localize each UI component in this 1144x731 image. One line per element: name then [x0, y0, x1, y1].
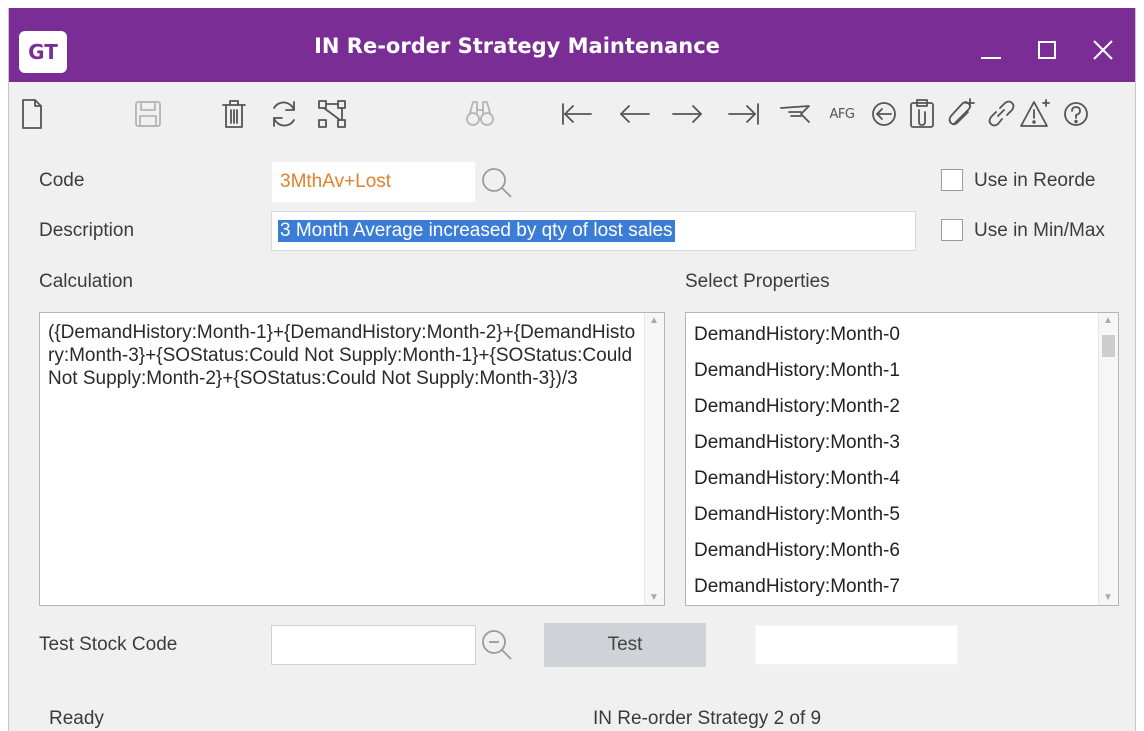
test-stock-code-label: Test Stock Code — [39, 634, 178, 655]
back-button[interactable] — [867, 94, 901, 134]
clipboard-icon — [910, 99, 934, 128]
find-icon — [466, 101, 494, 126]
new-document-icon — [22, 99, 42, 129]
description-label: Description — [39, 220, 135, 241]
test-stock-code-field[interactable] — [271, 625, 476, 665]
scroll-up-icon[interactable]: ▲ — [1103, 315, 1113, 326]
clipboard-button[interactable] — [905, 94, 939, 134]
zoom-search-icon — [482, 630, 512, 660]
hierarchy-icon — [318, 100, 346, 128]
previous-record-button[interactable] — [617, 94, 651, 134]
calculation-label: Calculation — [39, 271, 133, 292]
link-button[interactable] — [983, 94, 1017, 134]
minimize-icon — [981, 57, 1001, 59]
search-icon — [482, 168, 512, 198]
next-record-icon — [672, 105, 702, 123]
description-field[interactable]: 3 Month Average increased by qty of lost… — [271, 211, 916, 251]
refresh-icon — [273, 101, 295, 127]
record-position: IN Re-order Strategy 2 of 9 — [593, 708, 822, 729]
first-record-icon — [562, 103, 592, 125]
code-field[interactable]: 3MthAv+Lost — [271, 161, 476, 203]
first-record-button[interactable] — [559, 94, 593, 134]
afg-button[interactable]: AFG — [825, 94, 859, 134]
window-title: IN Re-order Strategy Maintenance — [314, 34, 720, 58]
link-icon — [988, 100, 1015, 127]
refresh-button[interactable] — [267, 94, 301, 134]
scroll-up-icon[interactable]: ▲ — [649, 315, 659, 326]
use-in-reorder-checkbox[interactable] — [941, 169, 963, 191]
close-icon — [1093, 40, 1113, 60]
delete-icon — [222, 100, 246, 128]
help-button[interactable] — [1059, 94, 1093, 134]
list-item[interactable]: DemandHistory:Month-6 — [694, 540, 900, 562]
list-item[interactable]: DemandHistory:Month-5 — [694, 504, 900, 526]
use-in-minmax-checkbox[interactable] — [941, 219, 963, 241]
save-icon — [135, 101, 161, 127]
list-item[interactable]: DemandHistory:Month-1 — [694, 360, 900, 382]
maximize-icon — [1038, 41, 1056, 59]
stock-search-button[interactable] — [479, 628, 515, 666]
close-button[interactable] — [1081, 30, 1125, 70]
list-item[interactable]: DemandHistory:Month-2 — [694, 396, 900, 418]
maximize-button[interactable] — [1025, 30, 1069, 70]
description-value: 3 Month Average increased by qty of lost… — [278, 220, 675, 242]
status-text: Ready — [49, 708, 104, 729]
previous-record-icon — [620, 105, 650, 123]
list-item[interactable]: DemandHistory:Month-3 — [694, 432, 900, 454]
code-search-button[interactable] — [479, 166, 515, 204]
use-in-reorder-label: Use in Reorde — [974, 170, 1096, 191]
last-record-button[interactable] — [727, 94, 761, 134]
select-properties-label: Select Properties — [685, 271, 830, 292]
strategy-window: GT IN Re-order Strategy Maintenance AFG … — [8, 8, 1136, 731]
new-button[interactable] — [15, 94, 49, 134]
notes-button[interactable] — [779, 94, 813, 134]
scroll-down-icon[interactable]: ▼ — [649, 592, 659, 603]
alert-button[interactable] — [1019, 94, 1053, 134]
scroll-thumb[interactable] — [1102, 335, 1115, 357]
hierarchy-button[interactable] — [315, 94, 349, 134]
properties-list[interactable]: DemandHistory:Month-0 DemandHistory:Mont… — [685, 312, 1119, 606]
properties-scrollbar[interactable]: ▲ ▼ — [1098, 313, 1118, 605]
last-record-icon — [728, 103, 759, 125]
next-record-button[interactable] — [671, 94, 705, 134]
use-in-minmax-label: Use in Min/Max — [974, 220, 1105, 241]
help-icon — [1064, 102, 1088, 126]
title-bar: GT IN Re-order Strategy Maintenance — [9, 8, 1135, 82]
code-label: Code — [39, 170, 85, 191]
calculation-textarea[interactable]: ({DemandHistory:Month-1}+{DemandHistory:… — [39, 312, 665, 606]
attach-add-button[interactable] — [945, 94, 979, 134]
list-item[interactable]: DemandHistory:Month-0 — [694, 324, 900, 346]
toolbar: AFG — [9, 90, 1135, 140]
test-result-field — [755, 625, 958, 665]
notes-icon — [780, 105, 810, 123]
back-icon — [872, 102, 896, 126]
list-item[interactable]: DemandHistory:Month-7 — [694, 576, 900, 598]
delete-button[interactable] — [217, 94, 251, 134]
calculation-value: ({DemandHistory:Month-1}+{DemandHistory:… — [48, 322, 636, 389]
list-item[interactable]: DemandHistory:Month-4 — [694, 468, 900, 490]
scroll-down-icon[interactable]: ▼ — [1103, 592, 1113, 603]
alert-icon — [1020, 99, 1050, 127]
afg-icon: AFG — [829, 106, 855, 122]
test-button[interactable]: Test — [544, 623, 706, 667]
minimize-button[interactable] — [969, 30, 1013, 70]
code-value: 3MthAv+Lost — [280, 171, 392, 192]
save-button[interactable] — [131, 94, 165, 134]
calculation-scrollbar[interactable]: ▲ ▼ — [644, 313, 664, 605]
find-button[interactable] — [463, 94, 497, 134]
attach-add-icon — [948, 98, 975, 126]
